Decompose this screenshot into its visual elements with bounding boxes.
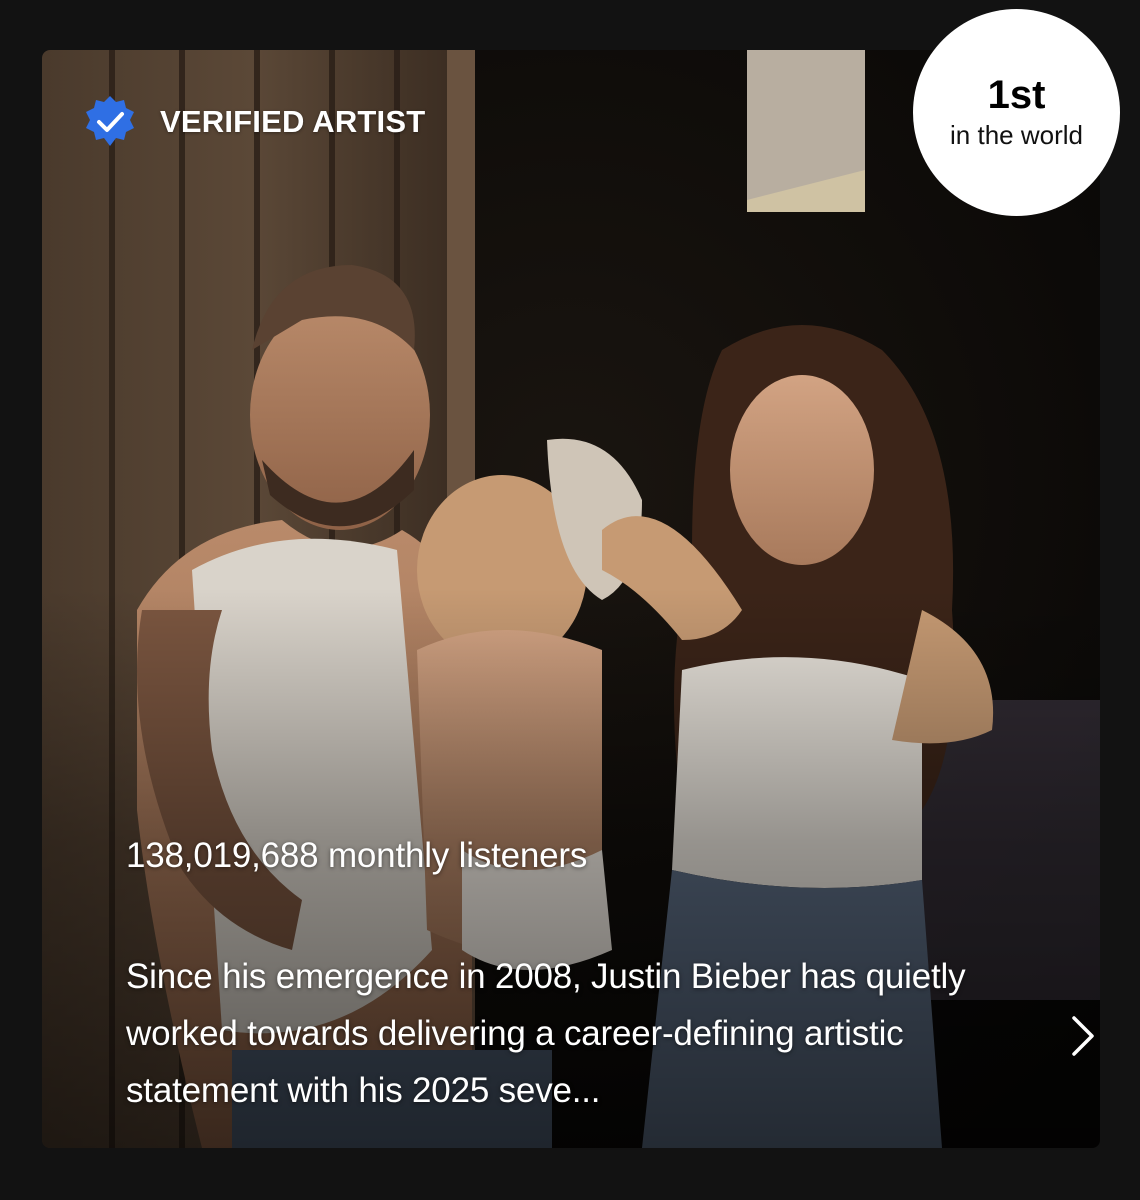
chevron-right-icon <box>1072 1016 1094 1056</box>
world-rank-badge: 1st in the world <box>913 9 1120 216</box>
artist-bio-link[interactable]: Since his emergence in 2008, Justin Bieb… <box>126 948 1100 1128</box>
monthly-listeners: 138,019,688 monthly listeners <box>126 836 588 875</box>
verified-check-icon <box>86 96 134 146</box>
verified-artist-label: VERIFIED ARTIST <box>160 104 426 139</box>
verified-artist-badge: VERIFIED ARTIST <box>82 94 425 150</box>
artist-bio-text: Since his emergence in 2008, Justin Bieb… <box>126 957 966 1110</box>
artist-about-card[interactable]: VERIFIED ARTIST 138,019,688 monthly list… <box>42 50 1100 1148</box>
world-rank-position: 1st <box>987 73 1046 117</box>
world-rank-scope: in the world <box>950 120 1083 150</box>
